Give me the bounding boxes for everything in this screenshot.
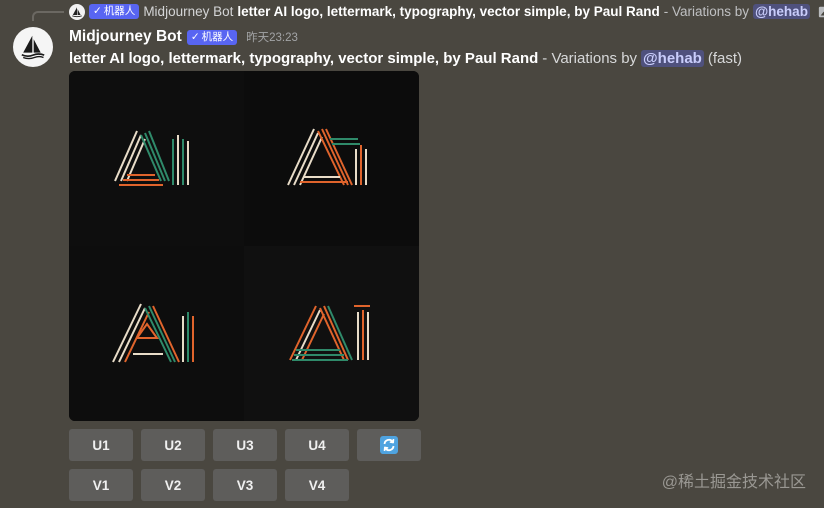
image-cell-1[interactable] [69, 71, 244, 246]
check-icon: ✓ [93, 5, 102, 17]
message-header: Midjourney Bot ✓ 机器人 昨天23:23 [69, 27, 298, 47]
image-cell-3[interactable] [69, 246, 244, 421]
author-name[interactable]: Midjourney Bot [69, 28, 182, 46]
u2-button[interactable]: U2 [141, 429, 205, 461]
discord-message-view: ✓ 机器人 Midjourney Bot letter AI logo, let… [0, 0, 824, 508]
image-grid[interactable] [69, 71, 419, 421]
message-content: letter AI logo, lettermark, typography, … [69, 48, 742, 68]
v1-button[interactable]: V1 [69, 469, 133, 501]
variation-button-row: V1 V2 V3 V4 [69, 469, 349, 501]
ai-logo-variation-2-icon [286, 128, 367, 185]
message-prompt: letter AI logo, lettermark, typography, … [69, 49, 539, 67]
ai-logo-variation-1-icon [113, 130, 189, 186]
u4-button[interactable]: U4 [285, 429, 349, 461]
v2-button[interactable]: V2 [141, 469, 205, 501]
image-cell-4[interactable] [244, 246, 419, 421]
message-mode: (fast) [707, 49, 743, 67]
message-mention[interactable]: @hehab [641, 49, 704, 67]
bot-badge: ✓ 机器人 [186, 29, 238, 45]
timestamp[interactable]: 昨天23:23 [246, 29, 298, 45]
check-icon: ✓ [190, 30, 200, 43]
reply-mention[interactable]: @hehab [753, 4, 810, 19]
message-suffix: - Variations by [542, 49, 638, 67]
image-cell-2[interactable] [244, 71, 419, 246]
v4-button[interactable]: V4 [285, 469, 349, 501]
watermark: @稀土掘金技术社区 [661, 474, 806, 491]
v3-button[interactable]: V3 [213, 469, 277, 501]
reroll-button[interactable] [357, 429, 421, 461]
refresh-icon [380, 436, 398, 454]
ai-logo-variation-4-icon [288, 304, 370, 361]
u3-button[interactable]: U3 [213, 429, 277, 461]
reply-bot-badge: ✓ 机器人 [89, 4, 140, 19]
ai-logo-variation-3-icon [111, 303, 194, 362]
reply-avatar-icon[interactable] [69, 3, 85, 20]
midjourney-avatar-icon[interactable] [13, 27, 53, 67]
reply-prompt: letter AI logo, lettermark, typography, … [237, 4, 660, 19]
reply-suffix: - Variations by [663, 4, 750, 19]
reply-reference[interactable]: ✓ 机器人 Midjourney Bot letter AI logo, let… [69, 3, 824, 20]
image-icon [818, 6, 824, 17]
reply-spine [32, 11, 64, 21]
upscale-button-row: U1 U2 U3 U4 [69, 429, 421, 461]
reply-author[interactable]: Midjourney Bot [143, 4, 233, 19]
u1-button[interactable]: U1 [69, 429, 133, 461]
